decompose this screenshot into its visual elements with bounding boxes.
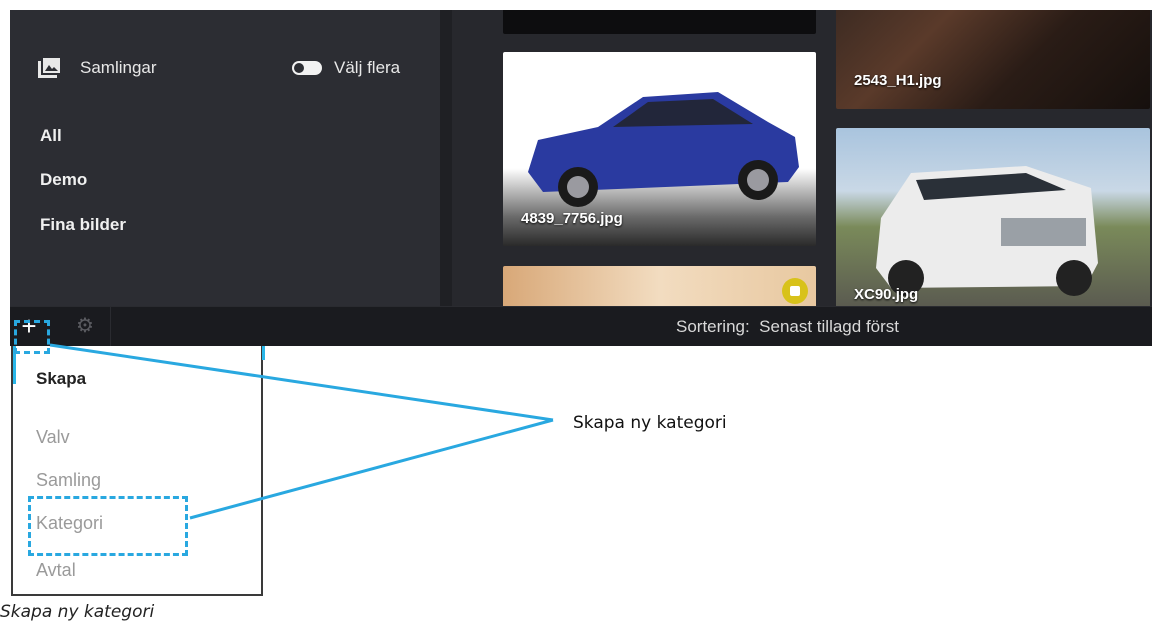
figure-caption: Skapa ny kategori <box>0 602 155 622</box>
thumbnail-filename: 2543_H1.jpg <box>854 72 942 89</box>
gallery-thumbnail[interactable] <box>503 10 816 34</box>
menu-title: Skapa <box>36 369 87 388</box>
gallery-thumbnail[interactable]: 4839_7756.jpg <box>503 52 816 246</box>
car-image <box>876 166 1098 296</box>
toolbar-divider <box>110 307 111 346</box>
menu-item-valv[interactable]: Valv <box>36 427 70 448</box>
menu-item-samling[interactable]: Samling <box>36 470 101 491</box>
image-collection-icon <box>38 58 60 78</box>
badge-icon <box>782 278 808 304</box>
menu-item-avtal[interactable]: Avtal <box>36 560 76 581</box>
panel-divider <box>440 10 452 306</box>
sort-order-label[interactable]: Sortering: Senast tillagd först <box>676 317 899 337</box>
highlight-plus-button <box>14 320 50 354</box>
callout-label: Skapa ny kategori <box>573 413 727 433</box>
menu-accent-bar <box>262 346 265 360</box>
gear-icon[interactable]: ⚙ <box>74 315 96 337</box>
collection-item-fina-bilder[interactable]: Fina bilder <box>40 215 126 235</box>
collection-item-all[interactable]: All <box>40 126 62 146</box>
collections-sidebar: Samlingar Välj flera All Demo Fina bilde… <box>10 10 440 306</box>
collections-label: Samlingar <box>80 58 157 77</box>
thumbnail-filename: 4839_7756.jpg <box>521 210 623 227</box>
gallery-thumbnail[interactable] <box>503 266 816 306</box>
gallery-thumbnail[interactable]: XC90.jpg <box>836 128 1150 306</box>
collection-item-demo[interactable]: Demo <box>40 170 87 190</box>
gallery-thumbnail[interactable]: 2543_H1.jpg <box>836 10 1150 109</box>
select-multiple-toggle[interactable] <box>292 61 322 75</box>
select-multiple-label: Välj flera <box>334 58 401 77</box>
app-screenshot: Samlingar Välj flera All Demo Fina bilde… <box>10 10 1152 346</box>
select-multiple-control[interactable]: Välj flera <box>292 58 400 78</box>
thumbnail-filename: XC90.jpg <box>854 286 919 303</box>
image-gallery: 2543_H1.jpg 4839_7756.jpg XC90.jpg <box>452 10 1152 306</box>
highlight-kategori-item <box>28 496 188 556</box>
collections-header: Samlingar <box>38 58 157 78</box>
bottom-toolbar: + ⚙ Sortering: Senast tillagd först <box>10 306 1152 346</box>
